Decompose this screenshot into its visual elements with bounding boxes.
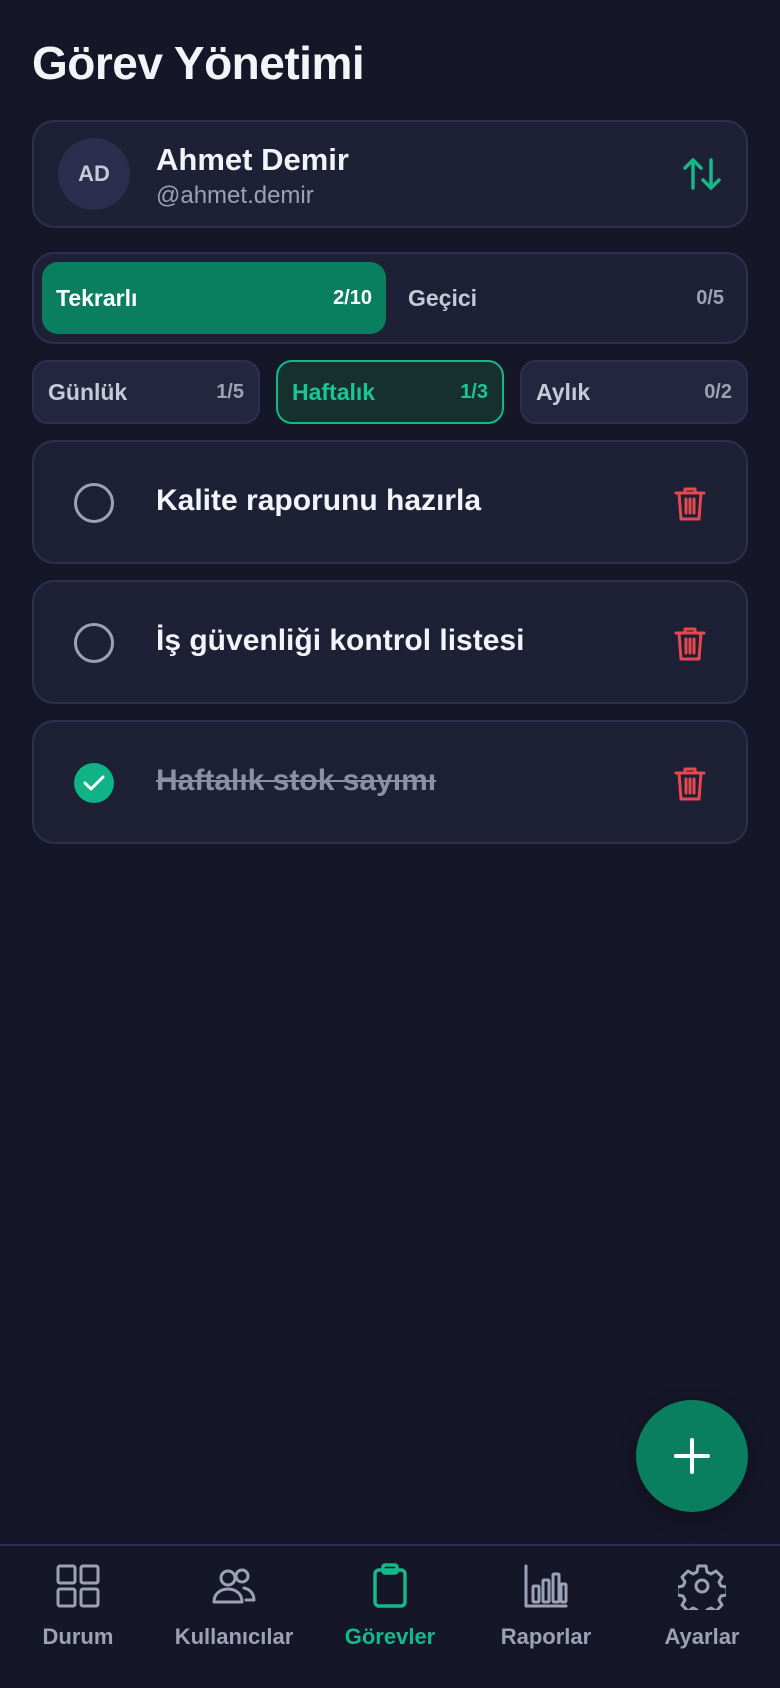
trash-icon[interactable]: [674, 486, 706, 522]
task-title: İş güvenliği kontrol listesi: [156, 624, 525, 657]
nav-label: Kullanıcılar: [174, 1624, 294, 1649]
task-title: Kalite raporunu hazırla: [156, 484, 482, 517]
bottom-nav: Durum Kullanıcılar Görevler Raporlar Aya…: [0, 1544, 780, 1688]
bar-chart-icon: [524, 1564, 568, 1608]
tab-label: Geçici: [408, 284, 478, 311]
user-card: AD Ahmet Demir @ahmet.demir: [32, 120, 748, 228]
tab-tekrarli[interactable]: Tekrarlı 2/10: [42, 262, 386, 334]
trash-icon[interactable]: [674, 626, 706, 662]
nav-label: Görevler: [344, 1624, 436, 1649]
tab-count: 0/2: [704, 380, 732, 403]
nav-label: Durum: [42, 1624, 114, 1649]
add-task-button[interactable]: [636, 1400, 748, 1512]
nav-label: Raporlar: [500, 1624, 592, 1649]
task-item: Haftalık stok sayımı: [32, 720, 748, 844]
nav-raporlar[interactable]: Raporlar: [468, 1562, 624, 1662]
tab-aylik[interactable]: Aylık 0/2: [520, 360, 748, 424]
tab-haftalik[interactable]: Haftalık 1/3: [276, 360, 504, 424]
tab-label: Aylık: [536, 378, 591, 405]
task-item: Kalite raporunu hazırla: [32, 440, 748, 564]
avatar: AD: [58, 138, 130, 210]
task-checkbox[interactable]: [74, 483, 114, 523]
task-item: İş güvenliği kontrol listesi: [32, 580, 748, 704]
nav-kullanicilar[interactable]: Kullanıcılar: [156, 1562, 312, 1662]
tab-label: Haftalık: [292, 378, 376, 405]
user-handle: @ahmet.demir: [156, 182, 314, 209]
check-icon: [83, 775, 105, 791]
page-title: Görev Yönetimi: [32, 37, 365, 89]
tab-count: 1/3: [460, 380, 488, 403]
swap-user-icon[interactable]: [680, 152, 724, 196]
clipboard-icon: [373, 1563, 407, 1608]
user-name: Ahmet Demir: [156, 142, 349, 177]
tab-count: 0/5: [696, 286, 724, 309]
trash-icon[interactable]: [674, 766, 706, 802]
plus-icon: [674, 1438, 710, 1474]
task-type-tabs: Tekrarlı 2/10 Geçici 0/5: [32, 252, 748, 344]
task-checkbox-checked[interactable]: [74, 763, 114, 803]
grid-icon: [56, 1564, 100, 1608]
gear-icon: [678, 1564, 726, 1610]
nav-label: Ayarlar: [664, 1624, 740, 1649]
task-title: Haftalık stok sayımı: [156, 764, 437, 797]
users-icon: [212, 1568, 256, 1604]
tab-gunluk[interactable]: Günlük 1/5: [32, 360, 260, 424]
tab-count: 1/5: [216, 380, 244, 403]
tab-label: Tekrarlı: [56, 284, 138, 311]
tab-count: 2/10: [333, 286, 372, 309]
task-checkbox[interactable]: [74, 623, 114, 663]
nav-ayarlar[interactable]: Ayarlar: [624, 1562, 780, 1662]
tab-label: Günlük: [48, 378, 128, 405]
tab-gecici[interactable]: Geçici 0/5: [394, 262, 738, 334]
nav-gorevler[interactable]: Görevler: [312, 1562, 468, 1662]
nav-durum[interactable]: Durum: [0, 1562, 156, 1662]
